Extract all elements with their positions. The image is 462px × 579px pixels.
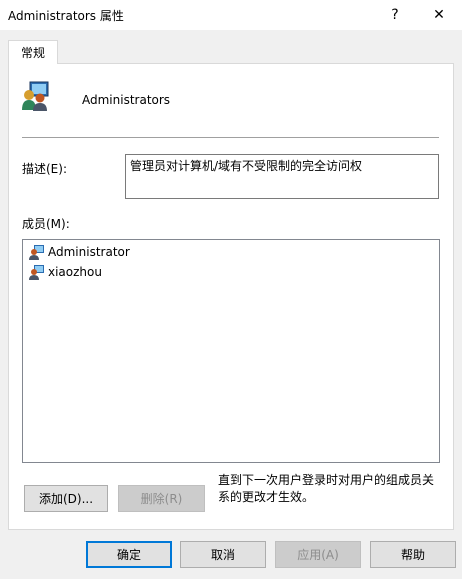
member-name: xiaozhou — [48, 265, 102, 279]
help-title-button[interactable]: ? — [372, 0, 418, 30]
question-icon: ? — [391, 7, 399, 23]
user-icon — [29, 265, 44, 280]
membership-note: 直到下一次用户登录时对用户的组成员关系的更改才生效。 — [218, 473, 435, 504]
list-item[interactable]: Administrator — [29, 243, 130, 261]
separator — [22, 137, 439, 138]
member-name: Administrator — [48, 245, 130, 259]
cancel-button[interactable]: 取消 — [180, 541, 266, 568]
ok-button[interactable]: 确定 — [86, 541, 172, 568]
tab-general[interactable]: 常规 — [8, 40, 58, 64]
add-button[interactable]: 添加(D)... — [24, 485, 108, 512]
apply-button[interactable]: 应用(A) — [275, 541, 361, 568]
description-field[interactable]: 管理员对计算机/域有不受限制的完全访问权 — [125, 154, 439, 199]
group-users-icon — [20, 80, 52, 112]
close-icon: ✕ — [433, 7, 445, 23]
window-title: Administrators 属性 — [8, 9, 124, 23]
close-button[interactable]: ✕ — [416, 0, 462, 30]
members-label: 成员(M): — [22, 217, 70, 231]
user-icon — [29, 245, 44, 260]
description-label: 描述(E): — [22, 162, 67, 176]
remove-button[interactable]: 删除(R) — [118, 485, 205, 512]
members-list[interactable]: Administrator xiaozhou — [22, 239, 440, 463]
group-name: Administrators — [82, 93, 171, 107]
help-button[interactable]: 帮助 — [370, 541, 456, 568]
list-item[interactable]: xiaozhou — [29, 263, 102, 281]
